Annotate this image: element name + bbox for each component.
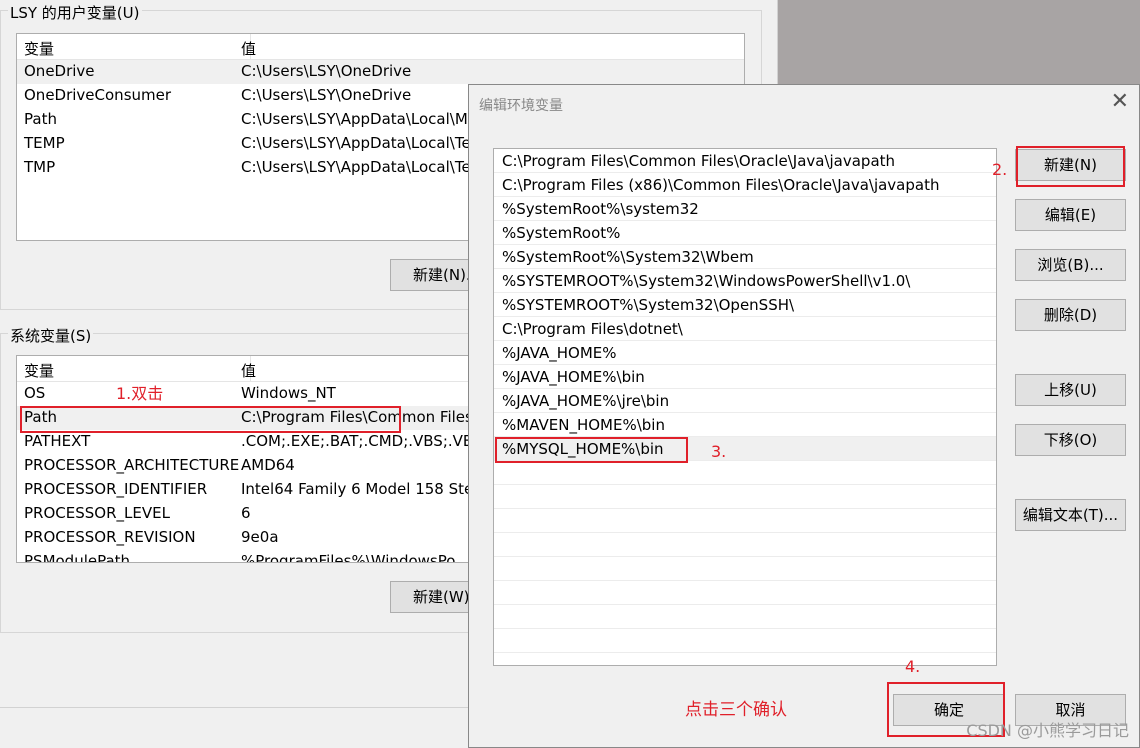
empty-row[interactable] bbox=[494, 557, 996, 581]
desktop-background bbox=[778, 0, 1140, 84]
close-icon[interactable]: ✕ bbox=[1111, 91, 1129, 113]
variable-value: C:\Users\LSY\AppData\Local\M bbox=[241, 110, 468, 128]
variable-value: Windows_NT bbox=[241, 384, 336, 402]
variable-name: TMP bbox=[24, 158, 56, 176]
list-item[interactable]: %SYSTEMROOT%\System32\WindowsPowerShell\… bbox=[494, 269, 996, 293]
move-up-button[interactable]: 上移(U) bbox=[1015, 374, 1126, 406]
user-variables-header: 变量 值 bbox=[17, 34, 744, 60]
variable-name: PATHEXT bbox=[24, 432, 91, 450]
list-item[interactable]: %JAVA_HOME%\jre\bin bbox=[494, 389, 996, 413]
empty-row[interactable] bbox=[494, 629, 996, 653]
column-header-value[interactable]: 值 bbox=[241, 38, 256, 59]
variable-name: PSModulePath bbox=[24, 552, 131, 563]
user-variables-title: LSY 的用户变量(U) bbox=[8, 2, 142, 23]
annotation-step3: 3. bbox=[711, 442, 727, 461]
list-item[interactable]: %JAVA_HOME% bbox=[494, 341, 996, 365]
edit-text-button[interactable]: 编辑文本(T)... bbox=[1015, 499, 1126, 531]
annotation-step2: 2. bbox=[992, 160, 1008, 179]
variable-value: 6 bbox=[241, 504, 251, 522]
variable-name: TEMP bbox=[24, 134, 65, 152]
list-item[interactable]: %MAVEN_HOME%\bin bbox=[494, 413, 996, 437]
variable-name: PROCESSOR_ARCHITECTURE bbox=[24, 456, 240, 474]
annotation-step4: 4. bbox=[905, 657, 921, 676]
system-variables-title: 系统变量(S) bbox=[8, 325, 94, 346]
annotation-step1: 1.双击 bbox=[116, 384, 164, 403]
variable-name: PROCESSOR_IDENTIFIER bbox=[24, 480, 208, 498]
list-item[interactable]: %JAVA_HOME%\bin bbox=[494, 365, 996, 389]
edit-env-variable-dialog: 编辑环境变量 ✕ C:\Program Files\Common Files\O… bbox=[468, 84, 1140, 748]
edit-button[interactable]: 编辑(E) bbox=[1015, 199, 1126, 231]
dialog-title: 编辑环境变量 bbox=[479, 98, 563, 114]
highlight-mysql-entry bbox=[495, 437, 688, 463]
list-item[interactable]: C:\Program Files\dotnet\ bbox=[494, 317, 996, 341]
variable-name: Path bbox=[24, 110, 57, 128]
variable-value: %ProgramFiles%\WindowsPo bbox=[241, 552, 456, 563]
variable-value: .COM;.EXE;.BAT;.CMD;.VBS;.VBE bbox=[241, 432, 483, 450]
variable-value: C:\Users\LSY\AppData\Local\Te bbox=[241, 134, 471, 152]
variable-value: 9e0a bbox=[241, 528, 279, 546]
delete-button[interactable]: 删除(D) bbox=[1015, 299, 1126, 331]
watermark: CSDN @小熊学习日记 bbox=[966, 721, 1129, 740]
variable-name: OneDrive bbox=[24, 62, 95, 80]
empty-row[interactable] bbox=[494, 461, 996, 485]
empty-row[interactable] bbox=[494, 581, 996, 605]
list-item[interactable]: %SystemRoot% bbox=[494, 221, 996, 245]
move-down-button[interactable]: 下移(O) bbox=[1015, 424, 1126, 456]
variable-name: OS bbox=[24, 384, 46, 402]
variable-value: Intel64 Family 6 Model 158 Step bbox=[241, 480, 483, 498]
highlight-new-button bbox=[1016, 146, 1125, 187]
list-item[interactable]: %SystemRoot%\System32\Wbem bbox=[494, 245, 996, 269]
column-header-variable[interactable]: 变量 bbox=[24, 38, 54, 59]
variable-value: C:\Users\LSY\AppData\Local\Te bbox=[241, 158, 471, 176]
column-header-variable[interactable]: 变量 bbox=[24, 360, 54, 381]
browse-button[interactable]: 浏览(B)... bbox=[1015, 249, 1126, 281]
table-row[interactable]: OneDrive C:\Users\LSY\OneDrive bbox=[17, 60, 744, 84]
variable-value: C:\Users\LSY\OneDrive bbox=[241, 86, 412, 104]
empty-row[interactable] bbox=[494, 509, 996, 533]
list-item[interactable]: C:\Program Files\Common Files\Oracle\Jav… bbox=[494, 149, 996, 173]
list-item[interactable]: %SYSTEMROOT%\System32\OpenSSH\ bbox=[494, 293, 996, 317]
empty-row[interactable] bbox=[494, 533, 996, 557]
variable-name: OneDriveConsumer bbox=[24, 86, 172, 104]
empty-row[interactable] bbox=[494, 485, 996, 509]
variable-name: PROCESSOR_REVISION bbox=[24, 528, 196, 546]
variable-value: C:\Users\LSY\OneDrive bbox=[241, 62, 412, 80]
annotation-confirm-note: 点击三个确认 bbox=[685, 700, 787, 720]
variable-name: PROCESSOR_LEVEL bbox=[24, 504, 170, 522]
highlight-path-row bbox=[20, 406, 401, 433]
list-item[interactable]: %SystemRoot%\system32 bbox=[494, 197, 996, 221]
list-item[interactable]: C:\Program Files (x86)\Common Files\Orac… bbox=[494, 173, 996, 197]
variable-value: AMD64 bbox=[241, 456, 295, 474]
path-entries-list[interactable]: C:\Program Files\Common Files\Oracle\Jav… bbox=[493, 148, 997, 666]
column-header-value[interactable]: 值 bbox=[241, 360, 256, 381]
empty-row[interactable] bbox=[494, 605, 996, 629]
